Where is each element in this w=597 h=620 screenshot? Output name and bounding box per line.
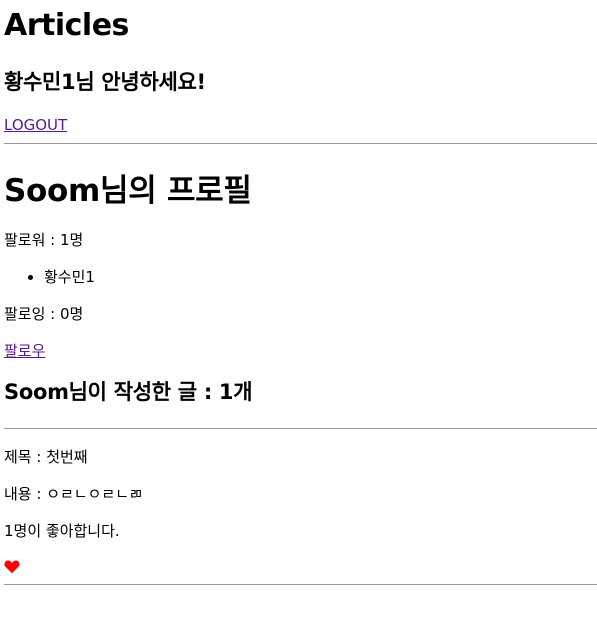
follower-item: 황수민1: [44, 266, 597, 288]
articles-divider: [4, 428, 597, 429]
articles-heading: Soom님이 작성한 글 : 1개: [4, 380, 253, 404]
page: Articles 황수민1님 안녕하세요! LOGOUT Soom님의 프로필 …: [4, 0, 597, 585]
article-divider: [4, 584, 597, 585]
article-content: 내용 : ㅇㄹㄴㅇㄹㄴㄻ: [4, 485, 143, 503]
article-like-count: 1명이 좋아합니다.: [4, 522, 120, 540]
article-title: 제목 : 첫번째: [4, 448, 88, 466]
follow-row: 팔로우: [4, 340, 597, 362]
profile-title: Soom님의 프로필: [4, 173, 252, 209]
greeting-text: 황수민1님 안녕하세요!: [4, 70, 206, 94]
logout-link[interactable]: LOGOUT: [4, 114, 67, 136]
logout-row: LOGOUT: [4, 114, 597, 136]
article-item: 제목 : 첫번째 내용 : ㅇㄹㄴㅇㄹㄴㄻ 1명이 좋아합니다.: [4, 446, 597, 576]
site-title: Articles: [4, 8, 129, 43]
follow-link[interactable]: 팔로우: [4, 340, 45, 362]
followers-count: 팔로워 : 1명: [4, 231, 84, 249]
follower-list: 황수민1: [4, 266, 597, 288]
heart-icon[interactable]: [4, 556, 22, 576]
following-count: 팔로잉 : 0명: [4, 305, 84, 323]
header-divider: [4, 143, 597, 144]
